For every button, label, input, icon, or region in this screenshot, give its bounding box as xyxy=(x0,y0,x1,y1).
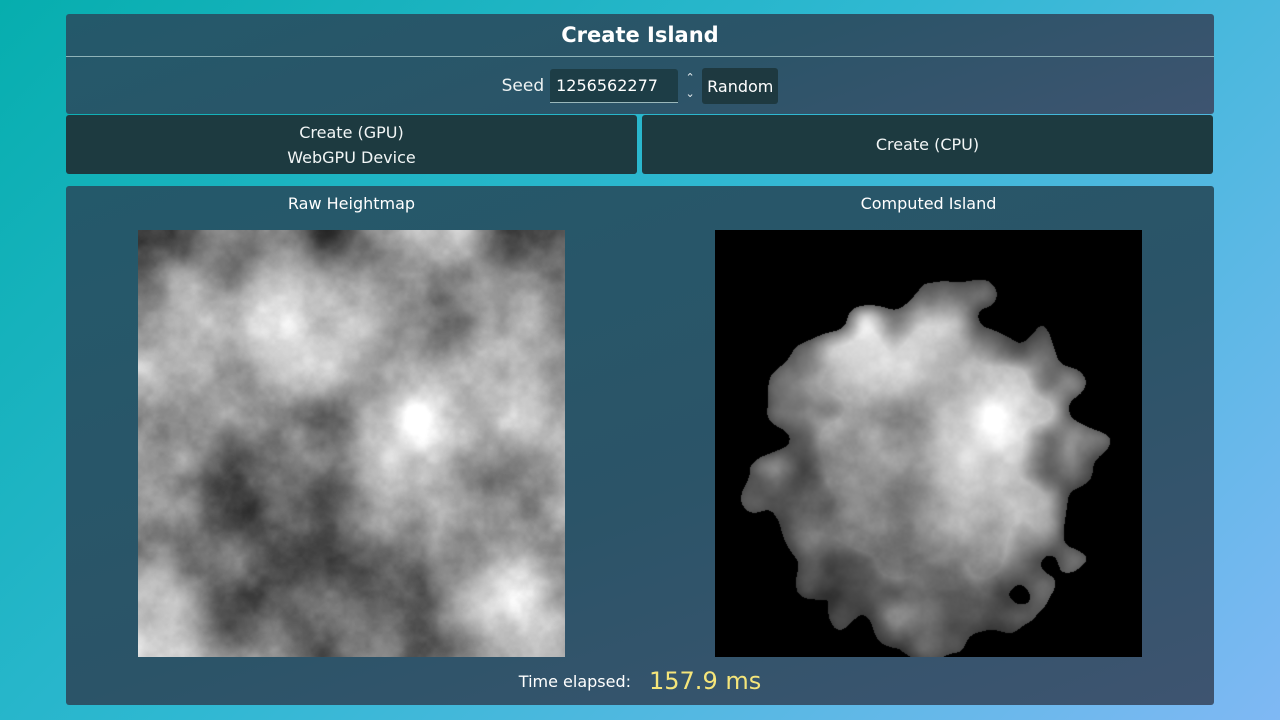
title-divider xyxy=(66,56,1214,57)
seed-spinner[interactable]: ⌃ ⌄ xyxy=(678,67,702,105)
chevron-up-icon[interactable]: ⌃ xyxy=(686,70,695,86)
create-cpu-label: Create (CPU) xyxy=(875,135,980,154)
computed-island-title: Computed Island xyxy=(860,194,997,213)
page-title: Create Island xyxy=(561,23,719,47)
create-cpu-button[interactable]: Create (CPU) xyxy=(642,115,1213,174)
seed-row: Seed ⌃ ⌄ Random xyxy=(66,66,1214,106)
seed-label: Seed xyxy=(501,76,545,96)
raw-heightmap-image xyxy=(138,230,565,657)
create-gpu-button[interactable]: Create (GPU) WebGPU Device xyxy=(66,115,637,174)
create-gpu-label: Create (GPU) xyxy=(299,122,404,142)
seed-input[interactable] xyxy=(550,69,679,103)
time-row: Time elapsed: 157.9 ms xyxy=(66,662,1214,700)
time-elapsed-value: 157.9 ms xyxy=(649,667,762,695)
gpu-device-label: WebGPU Device xyxy=(287,147,416,167)
random-button[interactable]: Random xyxy=(702,68,779,104)
raw-heightmap-title: Raw Heightmap xyxy=(287,194,416,213)
computed-island-image xyxy=(715,230,1142,657)
chevron-down-icon[interactable]: ⌄ xyxy=(686,86,695,102)
time-elapsed-label: Time elapsed: xyxy=(518,671,631,691)
